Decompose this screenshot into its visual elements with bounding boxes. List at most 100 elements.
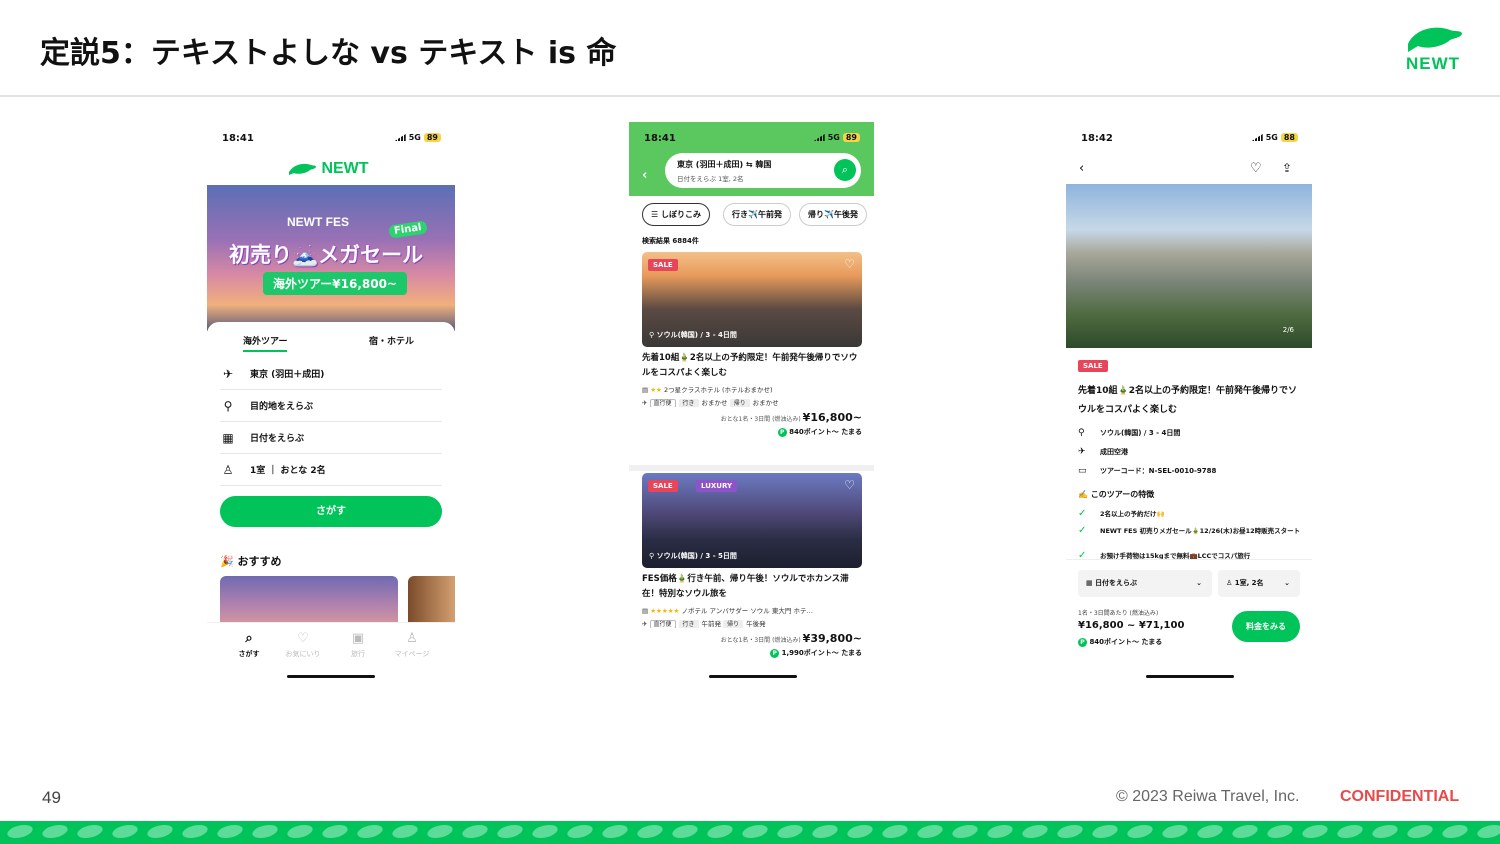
heart-icon[interactable]: ♡ xyxy=(844,257,855,271)
heart-icon[interactable]: ♡ xyxy=(1250,161,1262,176)
building-icon: ▤ xyxy=(642,607,651,615)
turtle-icon xyxy=(1408,27,1462,52)
page-number: 49 xyxy=(42,788,61,807)
info-row: ⚲ ソウル(韓国) / 3 - 4日間 xyxy=(1078,428,1180,438)
destination-field[interactable]: ⚲ 目的地をえらぶ xyxy=(220,390,442,422)
turtle-pattern-icon xyxy=(110,825,140,838)
filter-chip[interactable]: ☰ しぼりこみ xyxy=(642,203,710,226)
turtle-pattern-icon xyxy=(1475,825,1500,838)
turtle-pattern-icon xyxy=(1440,825,1470,838)
return-value: おまかせ xyxy=(752,399,779,407)
outbound-tag: 行き xyxy=(678,399,699,407)
signal-icon xyxy=(1251,134,1263,141)
tabbar-favorites[interactable]: ♡ お気にいり xyxy=(278,631,328,659)
star-rating: ★★★★★ xyxy=(650,607,680,615)
network-label: 5G xyxy=(1265,133,1278,142)
location-text: ソウル(韓国) / 3 - 5日間 xyxy=(656,552,737,560)
turtle-pattern-icon xyxy=(75,825,105,838)
turtle-pattern-icon xyxy=(985,825,1015,838)
turtle-pattern-icon xyxy=(635,825,665,838)
banner-final-badge: Final xyxy=(388,220,428,239)
banner-headline: 初売り🗻メガセール xyxy=(229,243,424,267)
feature-text: NEWT FES 初売りメガセール🎍12/26(木)お昼12時販売スタート xyxy=(1100,527,1301,535)
tab-overseas-tour[interactable]: 海外ツアー xyxy=(243,334,288,352)
turtle-pattern-icon xyxy=(5,825,35,838)
tour-card[interactable]: SALE LUXURY ♡ ⚲ ソウル(韓国) / 3 - 5日間 FES価格🎍… xyxy=(642,473,862,658)
price-note: 1名・3日間あたり (燃油込み) xyxy=(1078,610,1159,617)
price-note: おとな1名・3日間 (燃油込み) xyxy=(720,637,801,644)
outbound-chip[interactable]: 行き✈️午前発 xyxy=(723,203,791,226)
points-line: P 1,990ポイント～ たまる xyxy=(642,648,862,658)
info-row: ▭ ツアーコード：N-SEL-0010-9788 xyxy=(1078,466,1216,476)
phone-screenshot-detail: 18:42 5G 88 ‹ ♡ ⇪ 2/6 SALE 先着10組🎍2名以上の予約限… xyxy=(1066,122,1312,682)
tabbar-mypage[interactable]: ♙ マイページ xyxy=(387,631,437,659)
brand-text: NEWT xyxy=(321,160,369,177)
turtle-pattern-icon xyxy=(320,825,350,838)
direct-tag: 直行便 xyxy=(649,620,676,628)
tour-hero-image[interactable]: 2/6 xyxy=(1066,184,1312,348)
return-tag: 帰り xyxy=(723,620,744,628)
turtle-pattern-icon xyxy=(775,825,805,838)
search-sheet: 海外ツアー 宿・ホテル ✈ 東京 (羽田＋成田) ⚲ 目的地をえらぶ ▦ 日付をえらぶ… xyxy=(207,322,455,636)
date-field[interactable]: ▦ 日付をえらぶ xyxy=(220,422,442,454)
signal-icon xyxy=(394,134,406,141)
date-select-label: 日付をえらぶ xyxy=(1095,579,1138,587)
back-chevron-icon[interactable]: ‹ xyxy=(1079,161,1084,176)
signal-icon xyxy=(813,134,825,141)
tab-hotel[interactable]: 宿・ホテル xyxy=(369,334,414,347)
guests-value: 1室 ｜ おとな 2名 xyxy=(250,466,326,476)
slide-title: 定説5：テキストよしな vs テキスト is 命 xyxy=(40,36,617,71)
view-price-button[interactable]: 料金をみる xyxy=(1232,611,1300,642)
flight-row: ✈ 直行便 行き 午前発 帰り 午後発 xyxy=(642,618,862,628)
points-icon: P xyxy=(1078,637,1087,647)
chevron-down-icon: ⌄ xyxy=(1196,579,1202,587)
tabbar-label: マイページ xyxy=(394,650,430,658)
turtle-pattern-icon xyxy=(1300,825,1330,838)
recommend-heading: 🎉 おすすめ xyxy=(220,555,282,568)
tour-image: SALE LUXURY ♡ ⚲ ソウル(韓国) / 3 - 5日間 xyxy=(642,473,862,568)
result-count: 検索結果 6884件 xyxy=(642,237,699,245)
share-icon[interactable]: ⇪ xyxy=(1282,161,1292,175)
flight-row: ✈ 直行便 行き おまかせ 帰り おまかせ xyxy=(642,397,862,407)
room-select[interactable]: ♙ 1室, 2名 ⌄ xyxy=(1218,570,1300,597)
tour-location: ⚲ ソウル(韓国) / 3 - 5日間 xyxy=(649,551,737,561)
status-bar: 18:41 5G 89 xyxy=(207,122,455,154)
tabbar-trips[interactable]: ▣ 旅行 xyxy=(333,631,383,659)
features-heading: ✍️ このツアーの特徴 xyxy=(1078,490,1155,499)
person-icon: ♙ xyxy=(1226,579,1235,587)
tour-card[interactable]: SALE ♡ ⚲ ソウル(韓国) / 3 - 4日間 先着10組🎍2名以上の予約… xyxy=(642,252,862,437)
date-select[interactable]: ▦ 日付をえらぶ ⌄ xyxy=(1078,570,1212,597)
tabbar-search[interactable]: ⌕ さがす xyxy=(224,631,274,659)
location-pin-icon: ⚲ xyxy=(223,398,233,413)
confidential-label: CONFIDENTIAL xyxy=(1340,788,1460,805)
guests-field[interactable]: ♙ 1室 ｜ おとな 2名 xyxy=(220,454,442,486)
check-icon: ✓ xyxy=(1078,551,1087,559)
calendar-icon: ▦ xyxy=(222,430,234,445)
turtle-pattern-icon xyxy=(460,825,490,838)
search-summary-box[interactable]: 東京 (羽田＋成田) ⇆ 韓国 日付をえらぶ 1室, 2名 ⌕ xyxy=(665,153,861,188)
promo-banner[interactable]: NEWT FES Final 初売り🗻メガセール 海外ツアー¥16,800~ xyxy=(207,185,455,331)
return-tag: 帰り xyxy=(729,399,750,407)
banner-fes: NEWT FES xyxy=(287,215,349,229)
card-separator xyxy=(629,465,874,471)
turtle-pattern-icon xyxy=(810,825,840,838)
outbound-tag: 行き xyxy=(678,620,699,628)
network-label: 5G xyxy=(408,133,421,142)
turtle-pattern-icon xyxy=(565,825,595,838)
return-chip[interactable]: 帰り✈️午後発 xyxy=(799,203,867,226)
turtle-pattern-icon xyxy=(1160,825,1190,838)
feature-item: ✓ NEWT FES 初売りメガセール🎍12/26(木)お昼12時販売スタート xyxy=(1078,526,1304,536)
price-line: おとな1名・3日間 (燃油込み) ¥39,800~ xyxy=(642,632,862,645)
turtle-pattern-icon xyxy=(1265,825,1295,838)
location-text: ソウル(韓国) / 3 - 4日間 xyxy=(656,331,737,339)
back-chevron-icon[interactable]: ‹ xyxy=(642,168,647,183)
heart-icon[interactable]: ♡ xyxy=(844,478,855,492)
departure-field[interactable]: ✈ 東京 (羽田＋成田) xyxy=(220,358,442,390)
turtle-pattern-icon xyxy=(1230,825,1260,838)
outbound-value: おまかせ xyxy=(701,399,728,407)
turtle-pattern-icon xyxy=(530,825,560,838)
search-button[interactable]: さがす xyxy=(220,496,442,527)
turtle-pattern-icon xyxy=(705,825,735,838)
search-icon[interactable]: ⌕ xyxy=(834,159,856,181)
hotel-row: ▤ ★★ 2つ星クラスホテル (ホテルおまかせ) xyxy=(642,384,862,394)
